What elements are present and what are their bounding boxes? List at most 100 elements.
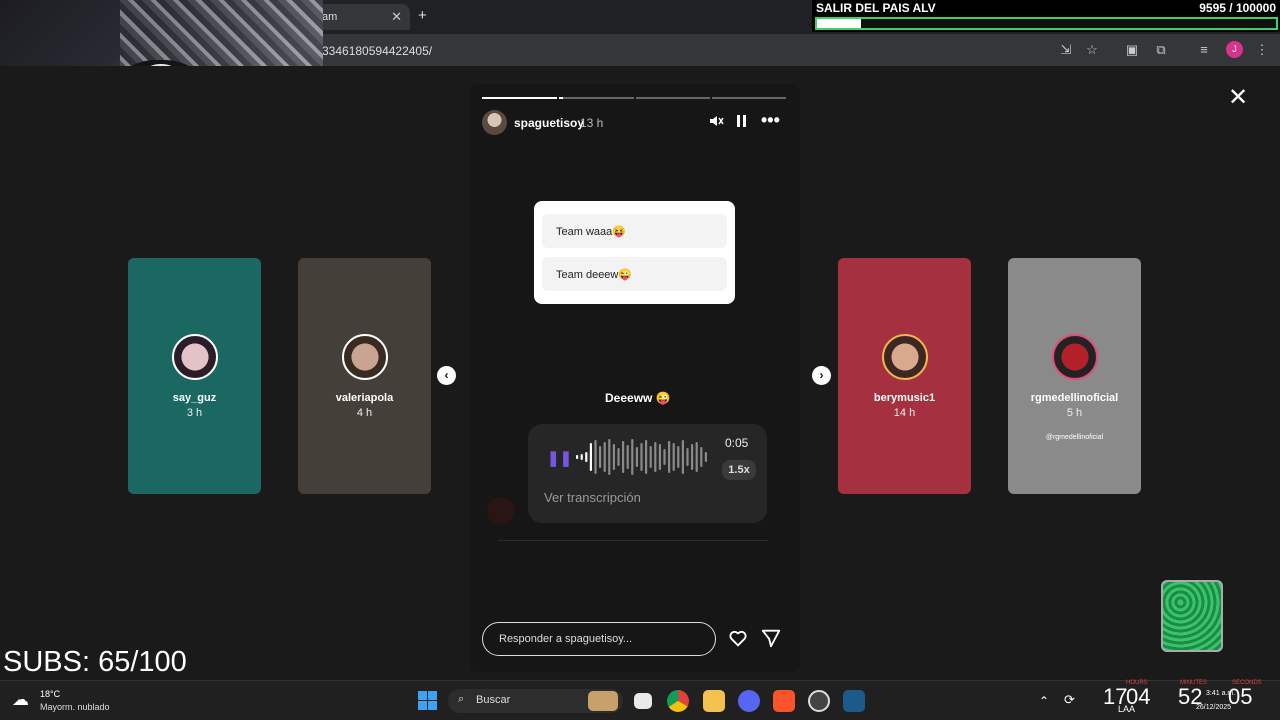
pause-icon[interactable] (736, 113, 748, 133)
media-icon[interactable]: ≡ (1194, 40, 1214, 60)
brave-icon[interactable] (773, 690, 795, 712)
chrome-icon[interactable] (667, 690, 689, 712)
profile-avatar[interactable]: J (1226, 41, 1243, 58)
file-explorer-icon[interactable] (634, 693, 652, 709)
waveform-bar (589, 443, 592, 471)
new-tab-button[interactable]: + (418, 7, 427, 24)
next-story-button[interactable]: › (812, 366, 831, 385)
goal-title: SALIR DEL PAIS ALV (816, 1, 936, 15)
side-story-card[interactable]: valeriapola 4 h (298, 258, 431, 494)
steam-icon[interactable] (843, 690, 865, 712)
folder-icon[interactable] (703, 690, 725, 712)
goal-progress-fill (817, 19, 861, 28)
voice-pause-icon[interactable]: ❚❚ (547, 449, 572, 467)
waveform-bar (654, 442, 657, 472)
subs-counter: SUBS: 65/100 (3, 646, 187, 678)
waveform-bar (599, 446, 602, 468)
side-story-time: 3 h (186, 407, 203, 419)
avatar[interactable] (482, 110, 507, 135)
poll-sticker: Team waaa😝 Team deeew😜 (534, 201, 735, 304)
waveform-bar (686, 448, 689, 466)
goal-count: 9595 / 100000 (1199, 1, 1276, 15)
story-progress-segment (636, 97, 710, 99)
waveform-bar (608, 439, 611, 475)
story-progress-segment (482, 97, 557, 99)
story-progress-segment (559, 97, 634, 99)
side-story-card[interactable]: rgmedellinoficial 5 h @rgmedellinoficial (1008, 258, 1141, 494)
weather-condition[interactable]: Mayorm. nublado (40, 702, 110, 712)
side-story-username: rgmedellinoficial (1030, 392, 1119, 404)
widget-thumbnail-icon[interactable] (588, 691, 618, 711)
obs-icon[interactable] (808, 690, 830, 712)
tab-search-icon[interactable]: ▣ (1122, 40, 1142, 60)
reply-input[interactable]: Responder a spaguetisoy... (482, 622, 716, 656)
timer-frames: 05 (1228, 684, 1253, 709)
voice-speed-button[interactable]: 1.5x (722, 460, 756, 480)
waveform-bar (580, 454, 583, 460)
story-progress-fill (482, 97, 557, 99)
clock-time[interactable]: 3:41 a.m. (1206, 690, 1235, 697)
waveform-bar (663, 449, 666, 465)
waveform-bar (626, 445, 629, 469)
story-username[interactable]: spaguetisoy (514, 116, 584, 130)
waveform-bar (677, 446, 680, 468)
side-story-time: 14 h (893, 407, 916, 419)
voice-duration: 0:05 (725, 436, 749, 450)
waveform-bar (576, 455, 579, 459)
heart-icon[interactable] (727, 627, 749, 649)
story-progress-segment (712, 97, 786, 99)
poll-option[interactable]: Team waaa😝 (542, 214, 727, 248)
search-icon: ⌕ (458, 693, 465, 705)
install-icon[interactable]: ⇲ (1056, 40, 1076, 60)
close-icon[interactable]: ✕ (1228, 86, 1248, 110)
extensions-icon[interactable]: ⧉ (1151, 40, 1171, 60)
avatar (172, 334, 218, 380)
story-progress-fill (559, 97, 563, 99)
waveform-bar (649, 446, 652, 468)
sync-icon[interactable]: ⟳ (1064, 692, 1075, 708)
poll-option[interactable]: Team deeew😜 (542, 257, 727, 291)
avatar (882, 334, 928, 380)
transcription-link[interactable]: Ver transcripción (544, 490, 641, 505)
more-icon[interactable]: ⋮ (1252, 40, 1272, 60)
language-indicator[interactable]: LAA (1118, 704, 1135, 714)
clock-date[interactable]: 26/12/2025 (1196, 704, 1231, 711)
tray-chevron-icon[interactable]: ⌃ (1039, 694, 1049, 708)
side-story-time: 5 h (1066, 407, 1083, 419)
cloud-icon[interactable]: ☁ (12, 690, 29, 710)
more-options-icon[interactable]: ••• (761, 110, 780, 131)
star-icon[interactable]: ☆ (1082, 40, 1102, 60)
side-story-card[interactable]: berymusic1 14 h (838, 258, 971, 494)
send-icon[interactable] (760, 627, 782, 649)
waveform-bar (645, 440, 648, 474)
waveform-bar (672, 443, 675, 471)
avatar (342, 334, 388, 380)
waveform-bar (635, 447, 638, 467)
url-text[interactable]: 3346180594422405/ (322, 44, 432, 58)
avatar (1052, 334, 1098, 380)
waveform-bar (622, 441, 625, 473)
prev-story-button[interactable]: ‹ (437, 366, 456, 385)
story-handle: @rgmedellinoficial (1045, 434, 1104, 441)
waveform-bar (695, 442, 698, 472)
waveform-bar (681, 440, 684, 474)
waveform-bar (585, 452, 588, 462)
decorative-dot (487, 497, 515, 525)
side-story-time: 4 h (356, 407, 373, 419)
waveform[interactable] (576, 437, 712, 477)
side-story-card[interactable]: say_guz 3 h (128, 258, 261, 494)
waveform-bar (617, 448, 620, 466)
waveform-bar (603, 442, 606, 472)
goal-progress-bar (815, 17, 1278, 30)
windows-start-icon[interactable] (418, 691, 437, 710)
tab-close-icon[interactable]: ✕ (391, 9, 402, 25)
screen: am ✕ + 3346180594422405/ ⇲ ☆ ▣ ⧉ ≡ J ⋮ S… (0, 0, 1280, 720)
waveform-bar (612, 444, 615, 470)
waveform-bar (594, 440, 597, 474)
weather-temperature[interactable]: 18°C (40, 689, 60, 699)
story-time: 13 h (580, 116, 604, 130)
mute-icon[interactable] (708, 113, 724, 133)
discord-icon[interactable] (738, 690, 760, 712)
story-panel (470, 84, 800, 672)
waveform-bar (700, 447, 703, 467)
